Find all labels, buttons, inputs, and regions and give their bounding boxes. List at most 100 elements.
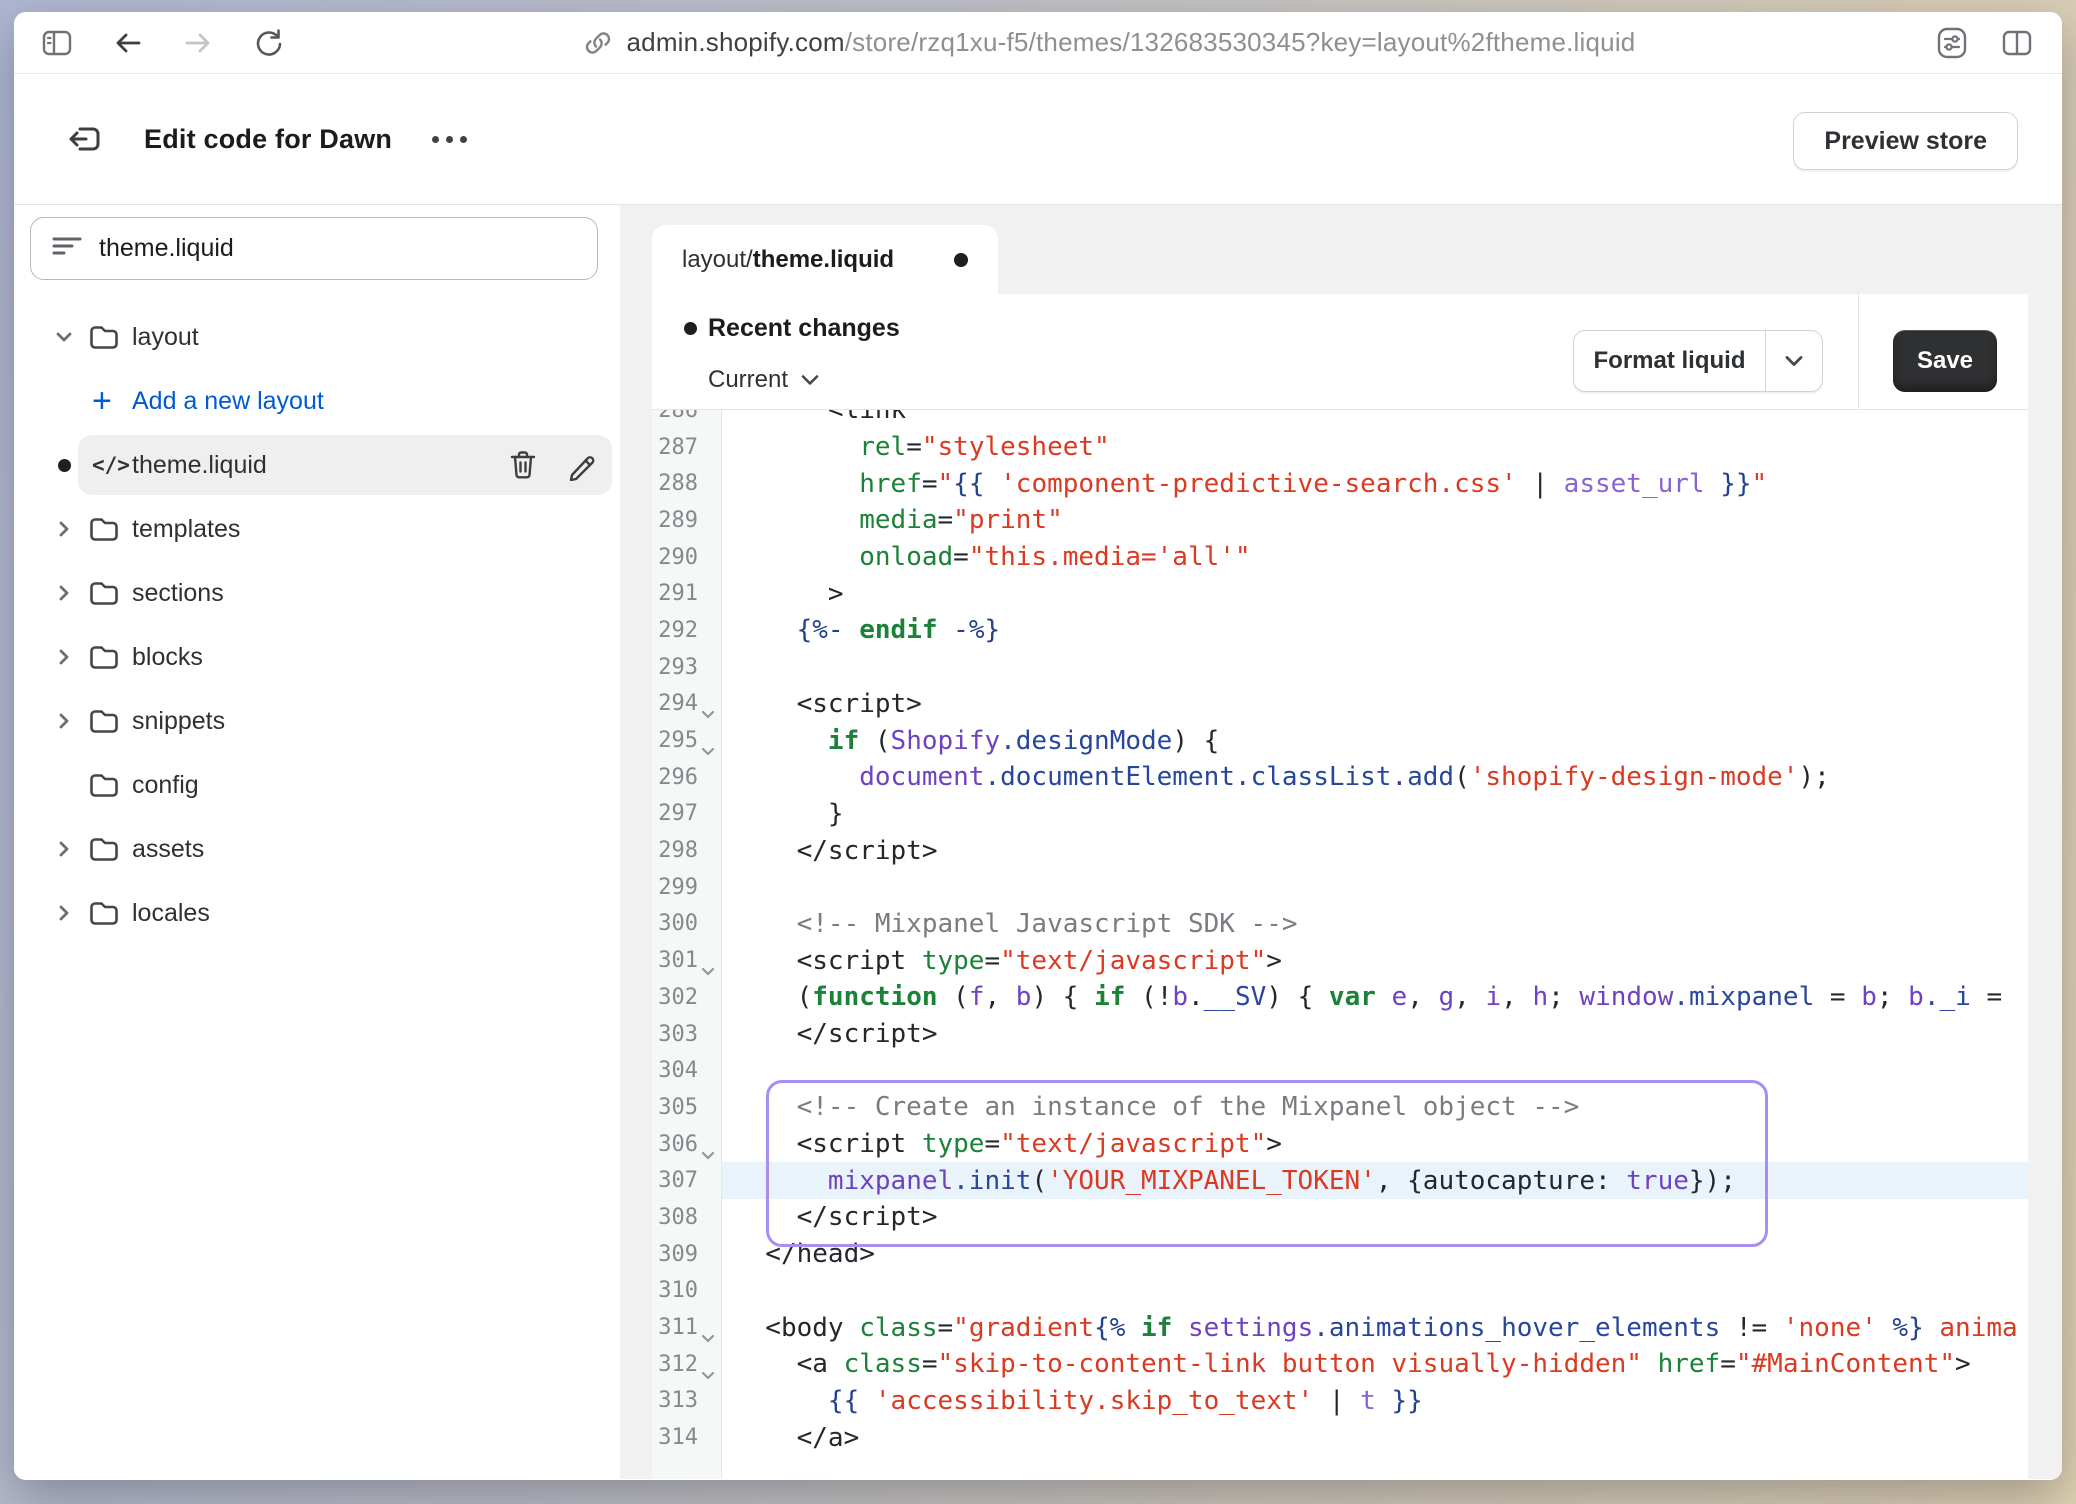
code-text: if (Shopify.designMode) { bbox=[722, 726, 1219, 756]
chevron-right-icon[interactable] bbox=[52, 581, 76, 605]
address-bar[interactable]: admin.shopify.com/store/rzq1xu-f5/themes… bbox=[284, 27, 1934, 58]
sidebar-item-layout[interactable]: layout bbox=[14, 305, 620, 369]
code-line-299[interactable]: 299 bbox=[652, 869, 2028, 906]
code-line-300[interactable]: 300 <!-- Mixpanel Javascript SDK --> bbox=[652, 906, 2028, 943]
code-line-287[interactable]: 287 rel="stylesheet" bbox=[652, 429, 2028, 466]
version-dropdown[interactable]: Current bbox=[708, 366, 820, 394]
chevron-down-icon[interactable] bbox=[52, 325, 76, 349]
code-line-301[interactable]: 301 <script type="text/javascript"> bbox=[652, 942, 2028, 979]
folder-icon bbox=[88, 578, 120, 608]
code-line-294[interactable]: 294 <script> bbox=[652, 686, 2028, 723]
unsaved-file-dot bbox=[58, 459, 71, 472]
code-editor[interactable]: 286 <link287 rel="stylesheet"288 href="{… bbox=[652, 410, 2028, 1479]
code-line-302[interactable]: 302 (function (f, b) { if (!b.__SV) { va… bbox=[652, 979, 2028, 1016]
sidebar-item-templates[interactable]: templates bbox=[14, 497, 620, 561]
code-line-293[interactable]: 293 bbox=[652, 649, 2028, 686]
code-text: onload="this.media='all'" bbox=[722, 542, 1251, 572]
sidebar-item-locales[interactable]: locales bbox=[14, 881, 620, 945]
search-input[interactable] bbox=[99, 234, 529, 263]
forward-icon[interactable] bbox=[182, 28, 214, 58]
line-number: 286 bbox=[652, 410, 722, 423]
version-label: Current bbox=[708, 366, 788, 394]
chevron-right-icon[interactable] bbox=[52, 645, 76, 669]
chevron-right-icon[interactable] bbox=[52, 517, 76, 541]
editor-toolbar: Recent changes Current Format liquid Sav… bbox=[652, 294, 2028, 410]
line-number: 291 bbox=[652, 581, 722, 606]
item-label: snippets bbox=[132, 707, 225, 736]
more-menu-icon[interactable] bbox=[432, 136, 467, 143]
save-button[interactable]: Save bbox=[1893, 330, 1997, 392]
back-icon[interactable] bbox=[112, 28, 144, 58]
code-line-311[interactable]: 311 <body class="gradient{% if settings.… bbox=[652, 1309, 2028, 1346]
format-liquid-button[interactable]: Format liquid bbox=[1574, 331, 1766, 391]
code-line-288[interactable]: 288 href="{{ 'component-predictive-searc… bbox=[652, 465, 2028, 502]
code-text: } bbox=[722, 799, 844, 829]
code-line-298[interactable]: 298 </script> bbox=[652, 832, 2028, 869]
line-number: 307 bbox=[652, 1168, 722, 1193]
folder-icon bbox=[88, 514, 120, 544]
reload-icon[interactable] bbox=[252, 27, 284, 59]
code-text: <a class="skip-to-content-link button vi… bbox=[722, 1349, 1971, 1379]
sidebar-item-sections[interactable]: sections bbox=[14, 561, 620, 625]
code-line-307[interactable]: 307 mixpanel.init('YOUR_MIXPANEL_TOKEN',… bbox=[652, 1162, 2028, 1199]
browser-window: admin.shopify.com/store/rzq1xu-f5/themes… bbox=[14, 12, 2062, 1480]
code-line-296[interactable]: 296 document.documentElement.classList.a… bbox=[652, 759, 2028, 796]
format-liquid-split-button[interactable]: Format liquid bbox=[1573, 330, 1823, 392]
code-line-309[interactable]: 309 </head> bbox=[652, 1236, 2028, 1273]
item-label: blocks bbox=[132, 643, 203, 672]
pencil-icon[interactable] bbox=[566, 449, 596, 481]
split-view-icon[interactable] bbox=[2000, 28, 2034, 58]
trash-icon[interactable] bbox=[508, 449, 538, 481]
code-line-306[interactable]: 306 <script type="text/javascript"> bbox=[652, 1126, 2028, 1163]
folder-icon bbox=[88, 642, 120, 672]
url-domain: admin.shopify.com bbox=[627, 27, 845, 57]
file-search-box[interactable] bbox=[30, 217, 598, 280]
line-number: 302 bbox=[652, 985, 722, 1010]
code-line-312[interactable]: 312 <a class="skip-to-content-link butto… bbox=[652, 1346, 2028, 1383]
code-line-303[interactable]: 303 </script> bbox=[652, 1016, 2028, 1053]
browser-sidebar-toggle-icon[interactable] bbox=[40, 28, 74, 58]
sidebar-item-assets[interactable]: assets bbox=[14, 817, 620, 881]
code-text: </script> bbox=[722, 1202, 938, 1232]
line-number: 300 bbox=[652, 911, 722, 936]
code-text: </script> bbox=[722, 836, 938, 866]
code-text: <!-- Create an instance of the Mixpanel … bbox=[722, 1092, 1579, 1122]
sidebar-item-blocks[interactable]: blocks bbox=[14, 625, 620, 689]
code-line-310[interactable]: 310 bbox=[652, 1273, 2028, 1310]
sidebar-item-theme-liquid[interactable]: </>theme.liquid bbox=[14, 433, 620, 497]
code-line-297[interactable]: 297 } bbox=[652, 796, 2028, 833]
format-liquid-caret[interactable] bbox=[1766, 331, 1822, 391]
code-line-314[interactable]: 314 </a> bbox=[652, 1419, 2028, 1456]
code-text: mixpanel.init('YOUR_MIXPANEL_TOKEN', {au… bbox=[722, 1166, 1736, 1196]
page-settings-icon[interactable] bbox=[1934, 26, 1970, 60]
file-tree: layout+Add a new layout</>theme.liquidte… bbox=[14, 305, 620, 945]
sidebar-item-config[interactable]: config bbox=[14, 753, 620, 817]
chevron-right-icon[interactable] bbox=[52, 901, 76, 925]
tab-file-name: theme.liquid bbox=[753, 246, 894, 274]
app-header: Edit code for Dawn Preview store bbox=[14, 74, 2062, 205]
chevron-right-icon[interactable] bbox=[52, 837, 76, 861]
line-number: 311 bbox=[652, 1315, 722, 1340]
sidebar-item-snippets[interactable]: snippets bbox=[14, 689, 620, 753]
code-line-305[interactable]: 305 <!-- Create an instance of the Mixpa… bbox=[652, 1089, 2028, 1126]
code-line-313[interactable]: 313 {{ 'accessibility.skip_to_text' | t … bbox=[652, 1383, 2028, 1420]
code-line-308[interactable]: 308 </script> bbox=[652, 1199, 2028, 1236]
code-line-295[interactable]: 295 if (Shopify.designMode) { bbox=[652, 722, 2028, 759]
exit-editor-icon[interactable] bbox=[66, 121, 104, 157]
code-line-304[interactable]: 304 bbox=[652, 1052, 2028, 1089]
line-number: 297 bbox=[652, 801, 722, 826]
content-area: layout+Add a new layout</>theme.liquidte… bbox=[14, 205, 2062, 1479]
code-line-291[interactable]: 291 > bbox=[652, 575, 2028, 612]
preview-store-button[interactable]: Preview store bbox=[1793, 112, 2018, 170]
code-line-292[interactable]: 292 {%- endif -%} bbox=[652, 612, 2028, 649]
code-text: {{ 'accessibility.skip_to_text' | t }} bbox=[722, 1386, 1423, 1416]
line-number: 309 bbox=[652, 1242, 722, 1267]
tab-theme-liquid[interactable]: layout/theme.liquid bbox=[652, 225, 998, 294]
chevron-down-icon bbox=[800, 373, 820, 387]
code-line-286[interactable]: 286 <link bbox=[652, 410, 2028, 429]
chevron-right-icon[interactable] bbox=[52, 709, 76, 733]
code-line-290[interactable]: 290 onload="this.media='all'" bbox=[652, 539, 2028, 576]
code-line-289[interactable]: 289 media="print" bbox=[652, 502, 2028, 539]
line-number: 288 bbox=[652, 471, 722, 496]
sidebar-action-add-layout[interactable]: +Add a new layout bbox=[14, 369, 620, 433]
